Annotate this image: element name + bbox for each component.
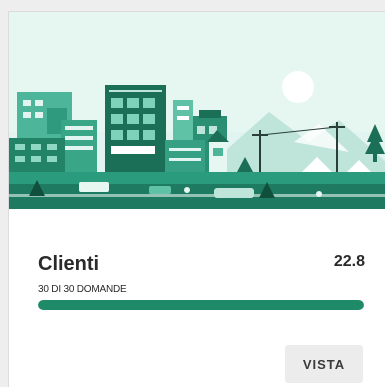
card-title: Clienti bbox=[38, 253, 100, 275]
quiz-card[interactable]: Clienti 22.8 30 DI 30 DOMANDE VISTA bbox=[8, 11, 385, 387]
progress-label: 30 DI 30 DOMANDE bbox=[38, 284, 127, 295]
progress-bar bbox=[38, 300, 364, 310]
view-button[interactable]: VISTA bbox=[285, 345, 363, 383]
score-value: 22.8 bbox=[333, 253, 365, 270]
city-skyline-illustration bbox=[9, 12, 385, 209]
progress-bar-fill bbox=[38, 300, 364, 310]
